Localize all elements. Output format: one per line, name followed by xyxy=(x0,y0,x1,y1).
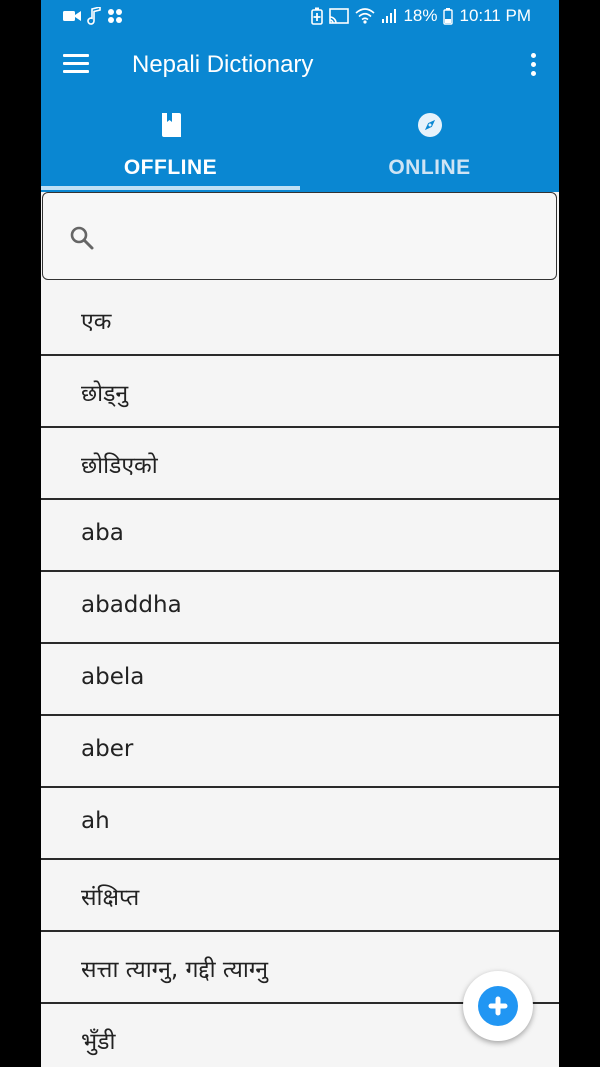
tab-bar: OFFLINE ONLINE xyxy=(41,106,559,192)
app-bar: 18% 10:11 PM Nepali Dictionary OFFLINE O… xyxy=(41,0,559,192)
status-right-icons: 18% 10:11 PM xyxy=(311,6,531,26)
app-screen: 18% 10:11 PM Nepali Dictionary OFFLINE O… xyxy=(41,0,559,1067)
word-text: छोड्नु xyxy=(81,381,129,407)
word-text: छोडिएको xyxy=(81,453,158,479)
list-item[interactable]: एक xyxy=(41,284,559,356)
word-text: एक xyxy=(81,309,112,335)
list-item[interactable]: abaddha xyxy=(41,572,559,644)
word-text: भुँडी xyxy=(81,1029,116,1055)
battery-percent: 18% xyxy=(403,6,438,25)
fab-circle xyxy=(478,986,518,1026)
list-item[interactable]: aber xyxy=(41,716,559,788)
add-word-fab[interactable] xyxy=(463,971,533,1041)
tab-offline[interactable]: OFFLINE xyxy=(41,106,300,192)
search-icon xyxy=(70,226,94,250)
list-item[interactable]: संक्षिप्त xyxy=(41,860,559,932)
battery-icon xyxy=(443,8,454,25)
search-box[interactable] xyxy=(42,192,557,280)
status-left-icons xyxy=(63,7,123,25)
wifi-icon xyxy=(355,8,375,24)
signal-icon xyxy=(382,9,397,23)
status-bar: 18% 10:11 PM xyxy=(41,0,559,33)
more-vert-icon[interactable] xyxy=(529,53,537,79)
word-text: aba xyxy=(81,520,124,546)
list-item[interactable]: ah xyxy=(41,788,559,860)
list-item[interactable]: छोडिएको xyxy=(41,428,559,500)
battery-saver-icon xyxy=(311,7,324,25)
book-icon xyxy=(162,113,181,137)
cast-icon xyxy=(329,8,350,24)
word-list: एक छोड्नु छोडिएको aba abaddha abela aber… xyxy=(41,284,559,1067)
tab-offline-label: OFFLINE xyxy=(123,156,218,179)
apps-icon xyxy=(108,9,122,23)
tab-online-label: ONLINE xyxy=(388,156,471,179)
list-item[interactable]: aba xyxy=(41,500,559,572)
music-note-icon xyxy=(87,7,101,25)
list-item[interactable]: छोड्नु xyxy=(41,356,559,428)
word-text: संक्षिप्त xyxy=(81,885,140,911)
list-item[interactable]: abela xyxy=(41,644,559,716)
tab-online[interactable]: ONLINE xyxy=(300,106,559,192)
clock: 10:11 PM xyxy=(459,6,531,25)
app-title: Nepali Dictionary xyxy=(132,51,314,78)
word-text: abela xyxy=(81,664,145,690)
search-input[interactable] xyxy=(107,213,531,261)
hamburger-menu-icon[interactable] xyxy=(63,54,89,76)
toolbar: Nepali Dictionary xyxy=(41,33,559,99)
tab-indicator xyxy=(41,186,300,190)
add-icon xyxy=(488,996,508,1016)
word-text: ah xyxy=(81,808,110,834)
word-text: aber xyxy=(81,736,134,762)
compass-icon xyxy=(418,113,442,137)
video-icon xyxy=(63,11,81,21)
word-text: abaddha xyxy=(81,592,182,618)
word-text: सत्ता त्याग्नु, गद्दी त्याग्नु xyxy=(81,957,269,983)
